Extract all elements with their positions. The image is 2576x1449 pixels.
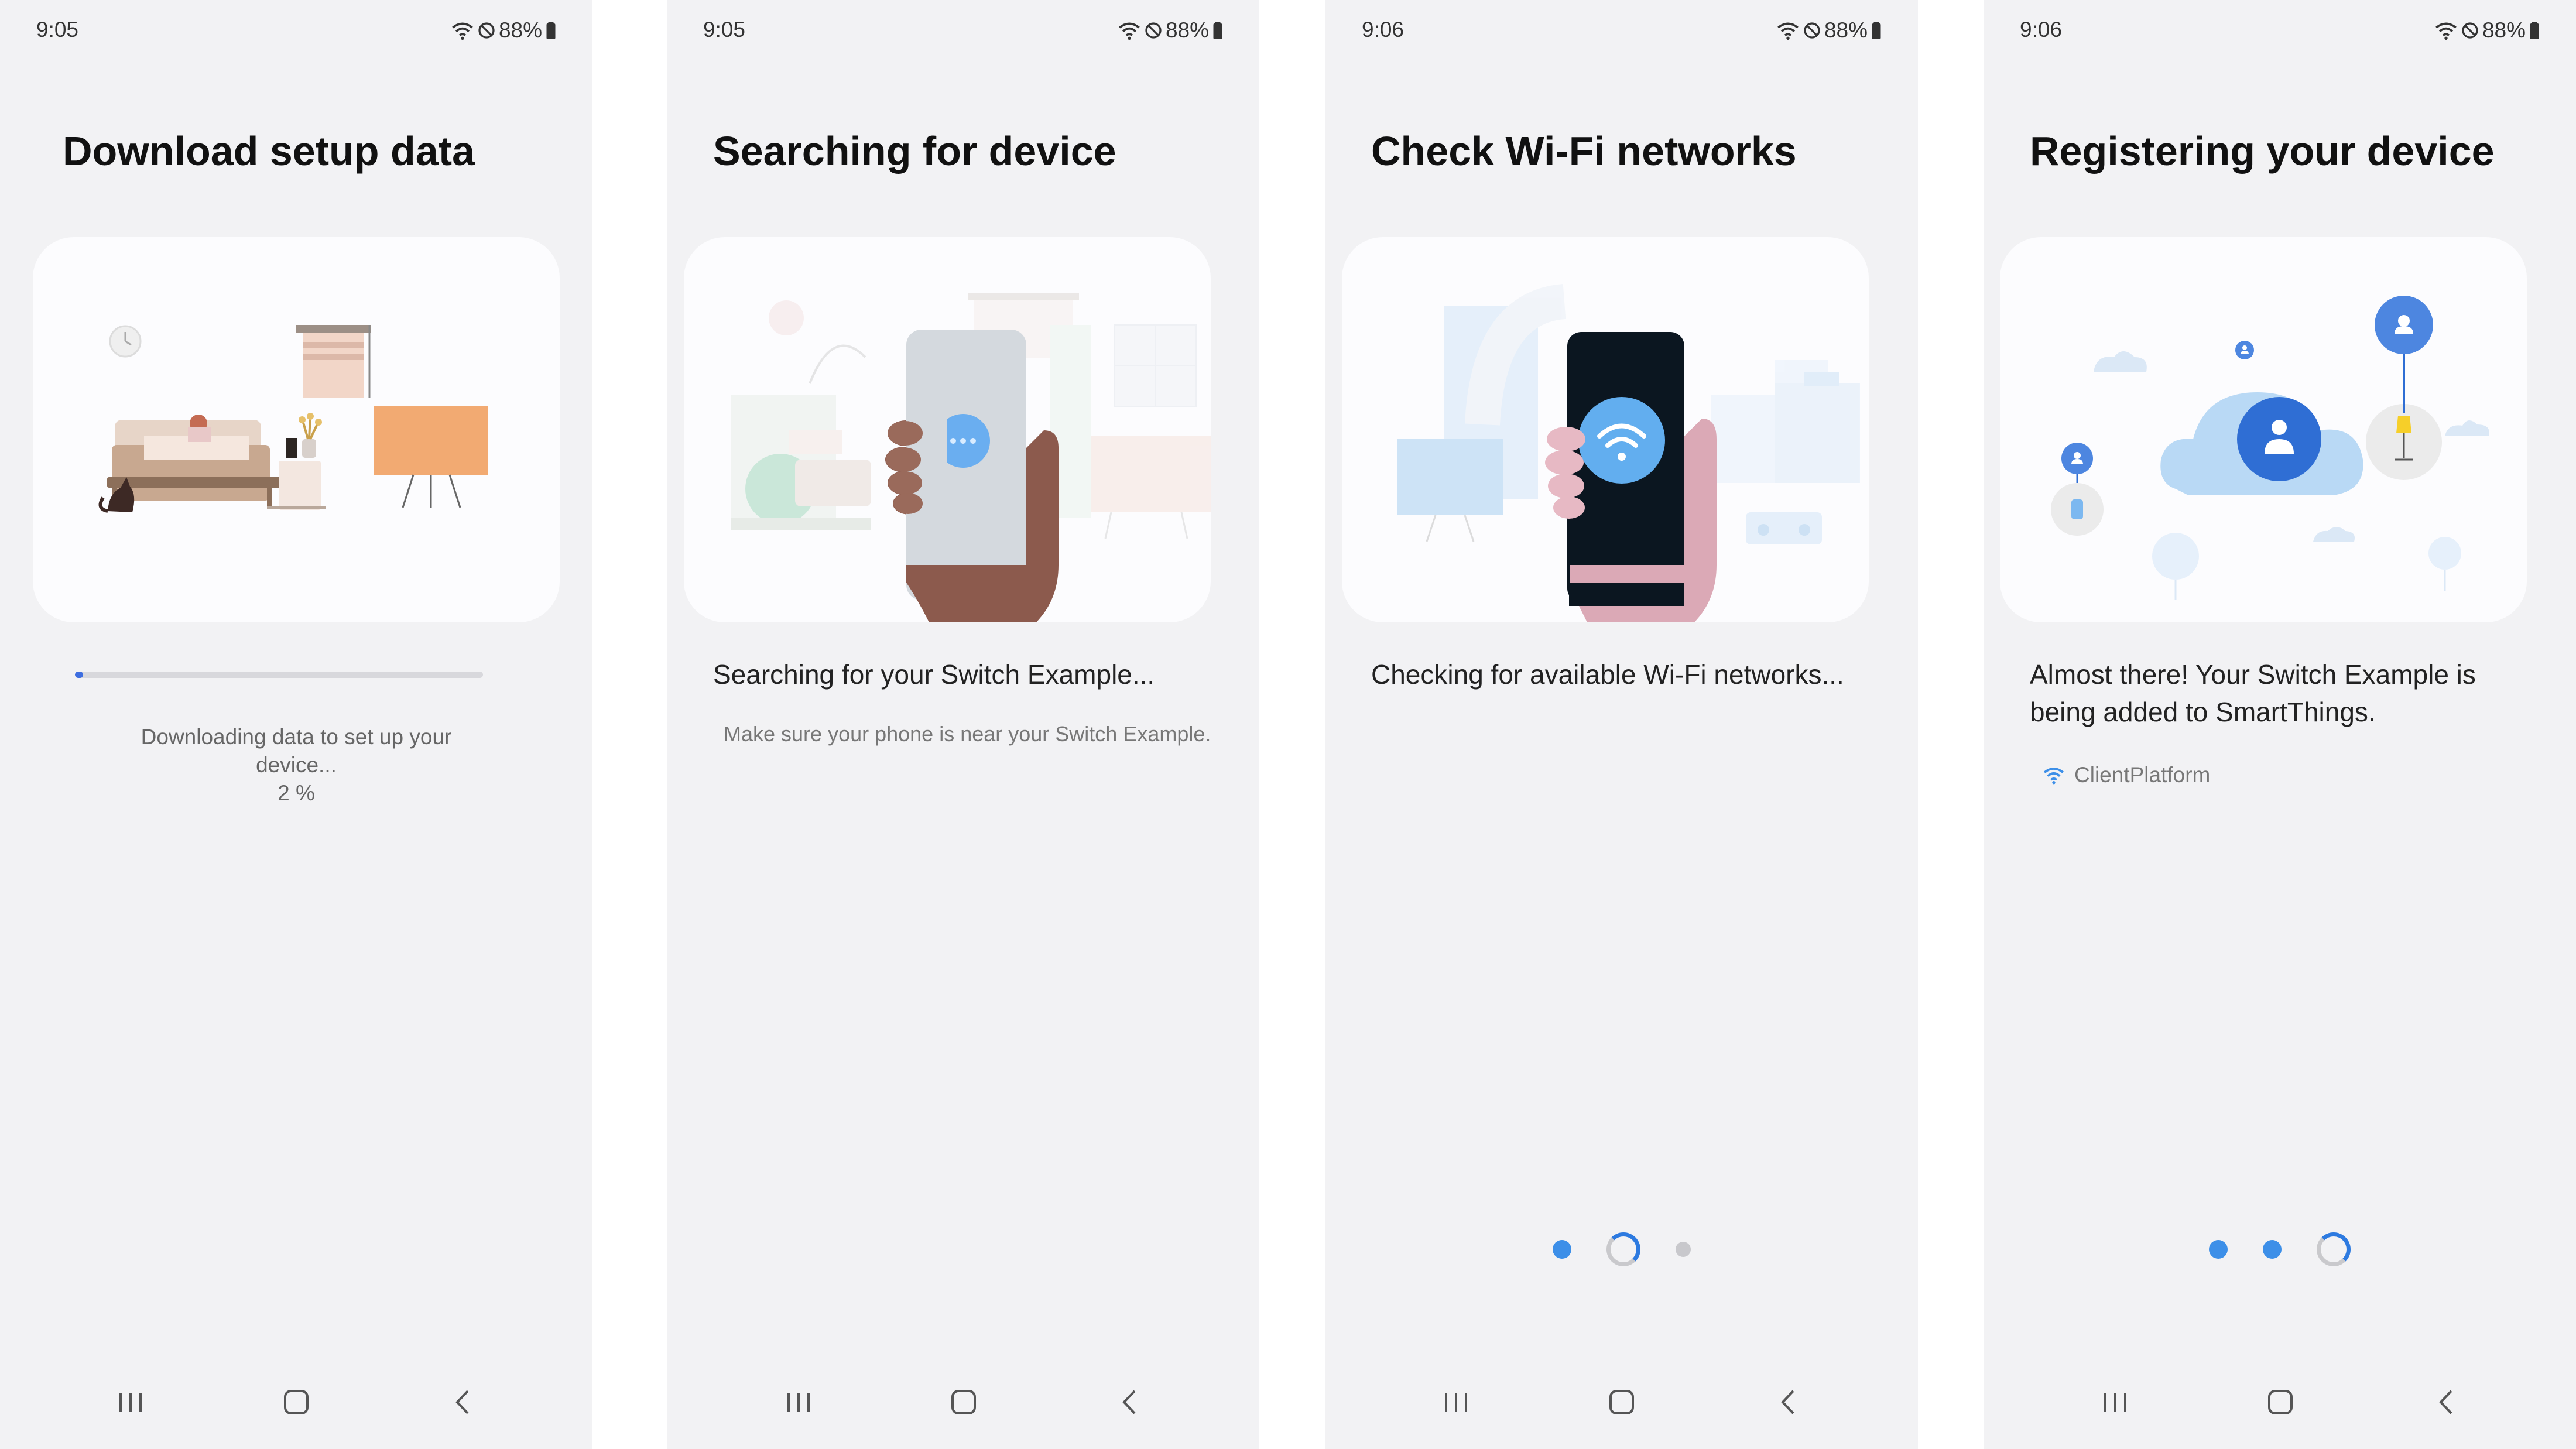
home-button[interactable] xyxy=(273,1385,320,1420)
step-indicator xyxy=(1325,1232,1918,1266)
status-time: 9:05 xyxy=(703,18,746,42)
status-message: Almost there! Your Switch Example is bei… xyxy=(2030,659,2476,727)
source-name: ClientPlatform xyxy=(2074,763,2211,787)
status-hint: Make sure your phone is near your Switch… xyxy=(724,722,1211,746)
navigation-bar xyxy=(1325,1367,1918,1449)
status-message: Checking for available Wi-Fi networks... xyxy=(1371,659,1844,690)
recent-apps-icon xyxy=(787,1393,810,1412)
illustration-card xyxy=(2000,237,2527,622)
download-status-line1: Downloading data to set up your xyxy=(141,725,452,749)
step-indicator xyxy=(1984,1232,2576,1266)
page-title: Download setup data xyxy=(63,128,475,174)
phone-search-illustration xyxy=(731,293,1211,622)
status-icons: 88% xyxy=(451,18,556,43)
recent-apps-button[interactable] xyxy=(1433,1385,1479,1420)
battery-icon xyxy=(546,22,556,39)
step-complete-dot xyxy=(2209,1240,2228,1259)
back-button[interactable] xyxy=(2423,1385,2469,1420)
battery-percent: 88% xyxy=(1165,18,1209,42)
step-in-progress-spinner xyxy=(1606,1232,1640,1266)
status-bar: 9:05 88% xyxy=(667,0,1259,64)
recent-apps-icon xyxy=(2104,1393,2126,1412)
home-button[interactable] xyxy=(1598,1385,1645,1420)
recent-apps-button[interactable] xyxy=(775,1385,822,1420)
illustration-card xyxy=(33,237,560,622)
recent-apps-icon xyxy=(1445,1393,1467,1412)
battery-icon xyxy=(2530,22,2539,39)
source-label: ClientPlatform xyxy=(2043,763,2210,787)
screen-searching-device: 9:05 88% Searching for device Searching … xyxy=(667,0,1259,1449)
phone-wifi-illustration xyxy=(1397,284,1860,622)
screen-download-setup: 9:05 88% Download setup data Downloading… xyxy=(0,0,592,1449)
illustration-card xyxy=(684,237,1211,622)
status-bar: 9:06 88% xyxy=(1984,0,2576,64)
step-in-progress-spinner xyxy=(2317,1232,2351,1266)
battery-icon xyxy=(1213,22,1222,39)
screen-registering-device: 9:06 88% Registering your device Almost … xyxy=(1984,0,2576,1449)
bedroom-setup-illustration xyxy=(98,325,488,513)
navigation-bar xyxy=(0,1367,592,1449)
screen-check-wifi: 9:06 88% Check Wi-Fi networks Checking f… xyxy=(1325,0,1918,1449)
download-percent: 2 % xyxy=(278,781,315,805)
recent-apps-button[interactable] xyxy=(2092,1385,2139,1420)
illustration-card xyxy=(1342,237,1869,622)
home-icon xyxy=(284,1390,309,1414)
home-icon xyxy=(951,1390,976,1414)
back-button[interactable] xyxy=(1106,1385,1153,1420)
recent-apps-icon xyxy=(119,1393,142,1412)
home-icon xyxy=(1609,1390,1634,1414)
back-icon xyxy=(1781,1390,1794,1414)
wifi-icon xyxy=(1119,22,1140,40)
wifi-icon xyxy=(2435,22,2457,40)
step-pending-dot xyxy=(1676,1242,1691,1257)
navigation-bar xyxy=(1984,1367,2576,1449)
back-icon xyxy=(455,1390,469,1414)
back-icon xyxy=(1122,1390,1136,1414)
status-icons: 88% xyxy=(1118,18,1223,43)
step-complete-dot xyxy=(1553,1240,1571,1259)
battery-percent: 88% xyxy=(1824,18,1868,42)
status-time: 9:06 xyxy=(1362,18,1405,42)
do-not-disturb-icon xyxy=(2462,22,2478,39)
home-button[interactable] xyxy=(940,1385,987,1420)
page-title: Searching for device xyxy=(713,128,1116,174)
status-icons: 88% xyxy=(1776,18,1882,43)
step-complete-dot xyxy=(2263,1240,2282,1259)
home-button[interactable] xyxy=(2257,1385,2304,1420)
home-icon xyxy=(2268,1390,2293,1414)
status-icons: 88% xyxy=(2434,18,2540,43)
download-progress-fill xyxy=(75,672,83,678)
battery-percent: 88% xyxy=(498,18,542,42)
download-status-line2: device... xyxy=(256,753,337,777)
battery-percent: 88% xyxy=(2482,18,2526,42)
do-not-disturb-icon xyxy=(1145,22,1162,39)
back-button[interactable] xyxy=(1765,1385,1811,1420)
cloud-register-illustration xyxy=(2051,296,2489,600)
page-title: Check Wi-Fi networks xyxy=(1371,128,1797,174)
status-bar: 9:05 88% xyxy=(0,0,592,64)
page-title: Registering your device xyxy=(2030,128,2495,174)
do-not-disturb-icon xyxy=(478,22,495,39)
status-message: Searching for your Switch Example... xyxy=(713,659,1155,690)
download-progress-bar xyxy=(75,672,483,678)
do-not-disturb-icon xyxy=(1804,22,1820,39)
status-time: 9:05 xyxy=(36,18,79,42)
battery-icon xyxy=(1872,22,1881,39)
wifi-small-icon xyxy=(2043,768,2064,785)
back-button[interactable] xyxy=(439,1385,486,1420)
recent-apps-button[interactable] xyxy=(107,1385,154,1420)
wifi-icon xyxy=(452,22,473,40)
status-time: 9:06 xyxy=(2020,18,2063,42)
navigation-bar xyxy=(667,1367,1259,1449)
wifi-icon xyxy=(1777,22,1799,40)
back-icon xyxy=(2439,1390,2452,1414)
status-bar: 9:06 88% xyxy=(1325,0,1918,64)
